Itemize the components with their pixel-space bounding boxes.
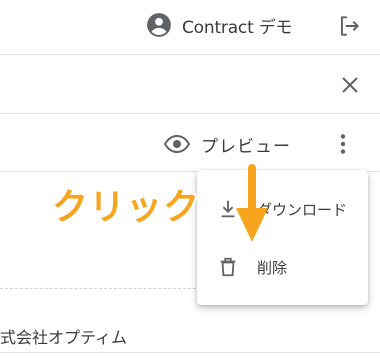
account-circle-icon	[147, 13, 171, 37]
more-vert-icon[interactable]	[330, 131, 356, 157]
menu-item-label: 削除	[257, 258, 288, 277]
company-name: 式会社オプティム	[0, 328, 128, 347]
more-menu: ダウンロード 削除	[197, 170, 368, 305]
user-name: Contract デモ	[182, 17, 293, 38]
menu-item-download[interactable]: ダウンロード	[197, 187, 368, 231]
logout-icon[interactable]	[336, 13, 362, 39]
bottom-divider	[0, 352, 380, 353]
dashed-divider	[0, 288, 196, 289]
close-row-divider	[0, 113, 380, 114]
preview-label: プレビュー	[201, 136, 291, 157]
arrow-down-icon	[236, 164, 268, 242]
preview-button[interactable]: プレビュー	[163, 130, 291, 158]
menu-item-delete[interactable]: 削除	[197, 245, 368, 289]
eye-icon	[163, 134, 191, 154]
header-divider	[0, 54, 380, 55]
click-callout: クリック	[52, 187, 201, 228]
delete-icon	[220, 257, 236, 277]
close-icon[interactable]	[338, 73, 362, 97]
user-account[interactable]: Contract デモ	[146, 11, 293, 39]
